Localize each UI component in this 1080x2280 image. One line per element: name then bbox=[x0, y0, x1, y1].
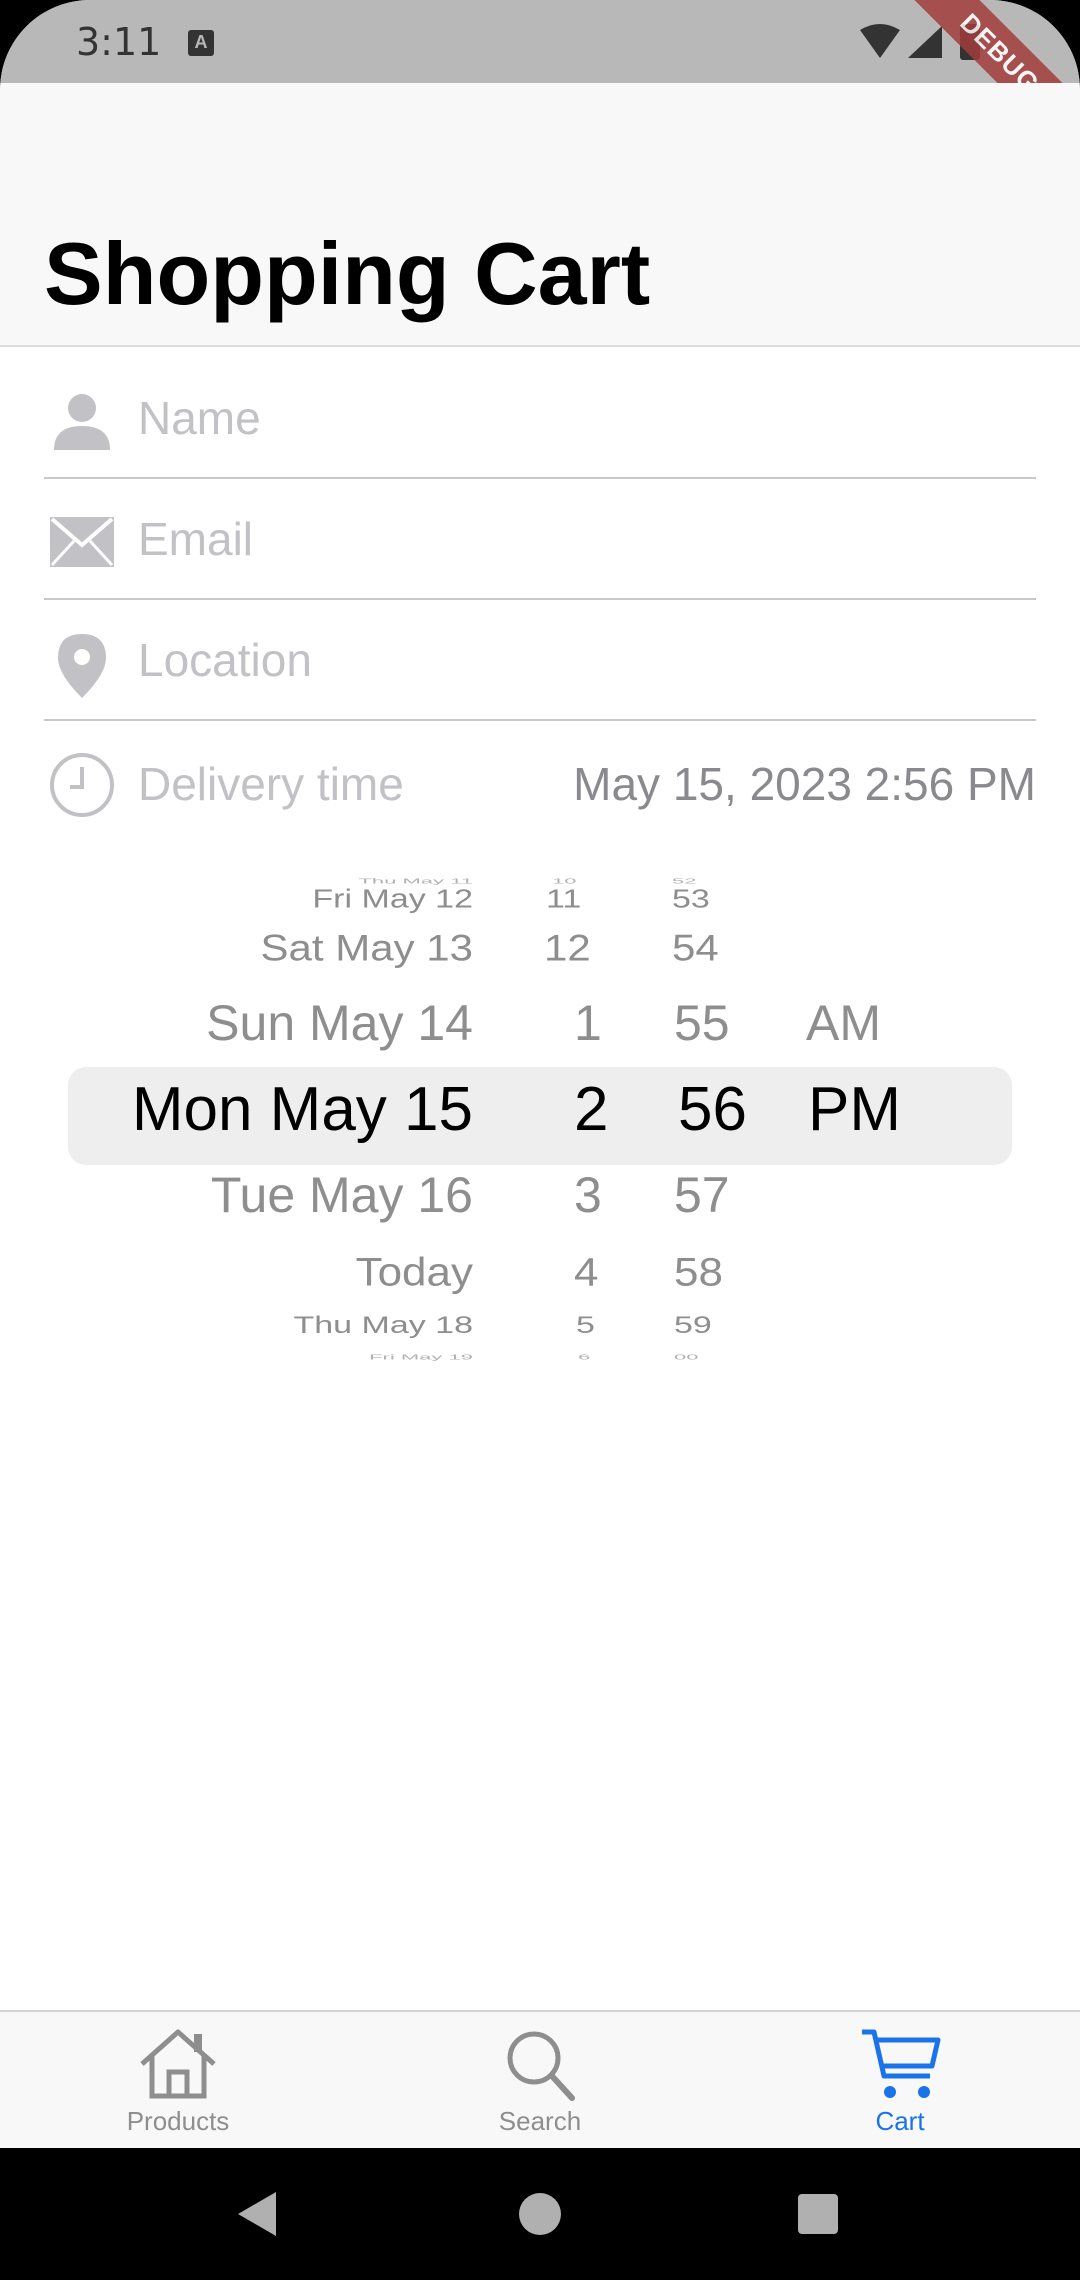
search-icon bbox=[507, 2031, 575, 2101]
tab-bar: Products Search Cart bbox=[0, 2010, 1080, 2148]
navigation-header: Shopping Cart bbox=[0, 83, 1080, 347]
home-icon bbox=[140, 2029, 216, 2099]
picker-hour-selected[interactable]: 2 bbox=[574, 1074, 608, 1145]
picker-date-item[interactable]: Today bbox=[356, 1251, 473, 1296]
picker-ampm-selected[interactable]: PM bbox=[808, 1074, 901, 1145]
tab-search-label: Search bbox=[498, 2106, 582, 2136]
location-input[interactable] bbox=[138, 630, 1018, 690]
tab-search[interactable]: Search bbox=[390, 2012, 690, 2150]
picker-date-item[interactable]: Sat May 13 bbox=[261, 927, 473, 969]
status-bar: 3:11 A bbox=[0, 0, 1080, 83]
picker-hour-item[interactable]: 12 bbox=[544, 927, 591, 969]
picker-minute-item[interactable]: 00 bbox=[674, 1352, 698, 1361]
email-row bbox=[44, 479, 1036, 600]
app-screen: 3:11 A DEBUG Shopping Cart Name Email Lo… bbox=[0, 0, 1080, 2280]
recents-icon[interactable] bbox=[792, 2188, 844, 2240]
keyboard-badge-icon: A bbox=[188, 30, 214, 56]
date-time-picker[interactable]: Thu May 11 Fri May 12 Sat May 13 Sun May… bbox=[0, 866, 1080, 1366]
delivery-time-value: May 15, 2023 2:56 PM bbox=[573, 758, 1036, 810]
cart-icon bbox=[862, 2029, 941, 2098]
delivery-time-row[interactable]: Delivery time May 15, 2023 2:56 PM bbox=[44, 721, 1036, 842]
envelope-icon bbox=[50, 517, 114, 567]
picker-minute-item[interactable]: 59 bbox=[674, 1312, 712, 1339]
picker-hour-item[interactable]: 5 bbox=[576, 1312, 595, 1339]
tab-products[interactable]: Products bbox=[28, 2012, 328, 2150]
status-time: 3:11 bbox=[76, 20, 162, 64]
picker-date-item[interactable]: Fri May 12 bbox=[312, 885, 473, 914]
tab-products-label: Products bbox=[126, 2106, 230, 2136]
tab-cart-label: Cart bbox=[875, 2106, 925, 2136]
picker-hour-item[interactable]: 4 bbox=[574, 1251, 598, 1296]
picker-hour-item[interactable]: 3 bbox=[574, 1166, 602, 1224]
email-input[interactable] bbox=[138, 509, 1018, 569]
home-button-icon[interactable] bbox=[514, 2188, 566, 2240]
picker-hour-item[interactable]: 6 bbox=[578, 1352, 590, 1361]
location-pin-icon bbox=[58, 634, 106, 698]
system-navigation-bar bbox=[0, 2148, 1080, 2280]
person-icon bbox=[54, 394, 110, 450]
picker-date-selected[interactable]: Mon May 15 bbox=[132, 1074, 473, 1145]
picker-date-item[interactable]: Thu May 18 bbox=[293, 1312, 473, 1339]
clock-icon bbox=[50, 753, 114, 817]
picker-ampm-item[interactable]: AM bbox=[806, 994, 881, 1052]
picker-hour-item[interactable]: 1 bbox=[574, 994, 602, 1052]
tab-cart[interactable]: Cart bbox=[750, 2012, 1050, 2150]
name-row bbox=[44, 358, 1036, 479]
location-row bbox=[44, 600, 1036, 721]
picker-minute-item[interactable]: 58 bbox=[674, 1251, 723, 1296]
delivery-time-label: Delivery time bbox=[138, 758, 404, 810]
picker-minute-item[interactable]: 54 bbox=[672, 927, 719, 969]
picker-date-item[interactable]: Tue May 16 bbox=[211, 1166, 473, 1224]
page-title: Shopping Cart bbox=[44, 224, 651, 323]
picker-date-item[interactable]: Fri May 19 bbox=[369, 1352, 473, 1361]
picker-minute-item[interactable]: 53 bbox=[672, 885, 710, 914]
picker-hour-item[interactable]: 11 bbox=[546, 885, 581, 914]
picker-minute-item[interactable]: 57 bbox=[674, 1166, 730, 1224]
picker-date-item[interactable]: Sun May 14 bbox=[206, 994, 473, 1052]
picker-minute-item[interactable]: 55 bbox=[674, 994, 730, 1052]
picker-minute-selected[interactable]: 56 bbox=[678, 1074, 747, 1145]
name-input[interactable] bbox=[138, 388, 1018, 448]
back-icon[interactable] bbox=[232, 2188, 284, 2240]
